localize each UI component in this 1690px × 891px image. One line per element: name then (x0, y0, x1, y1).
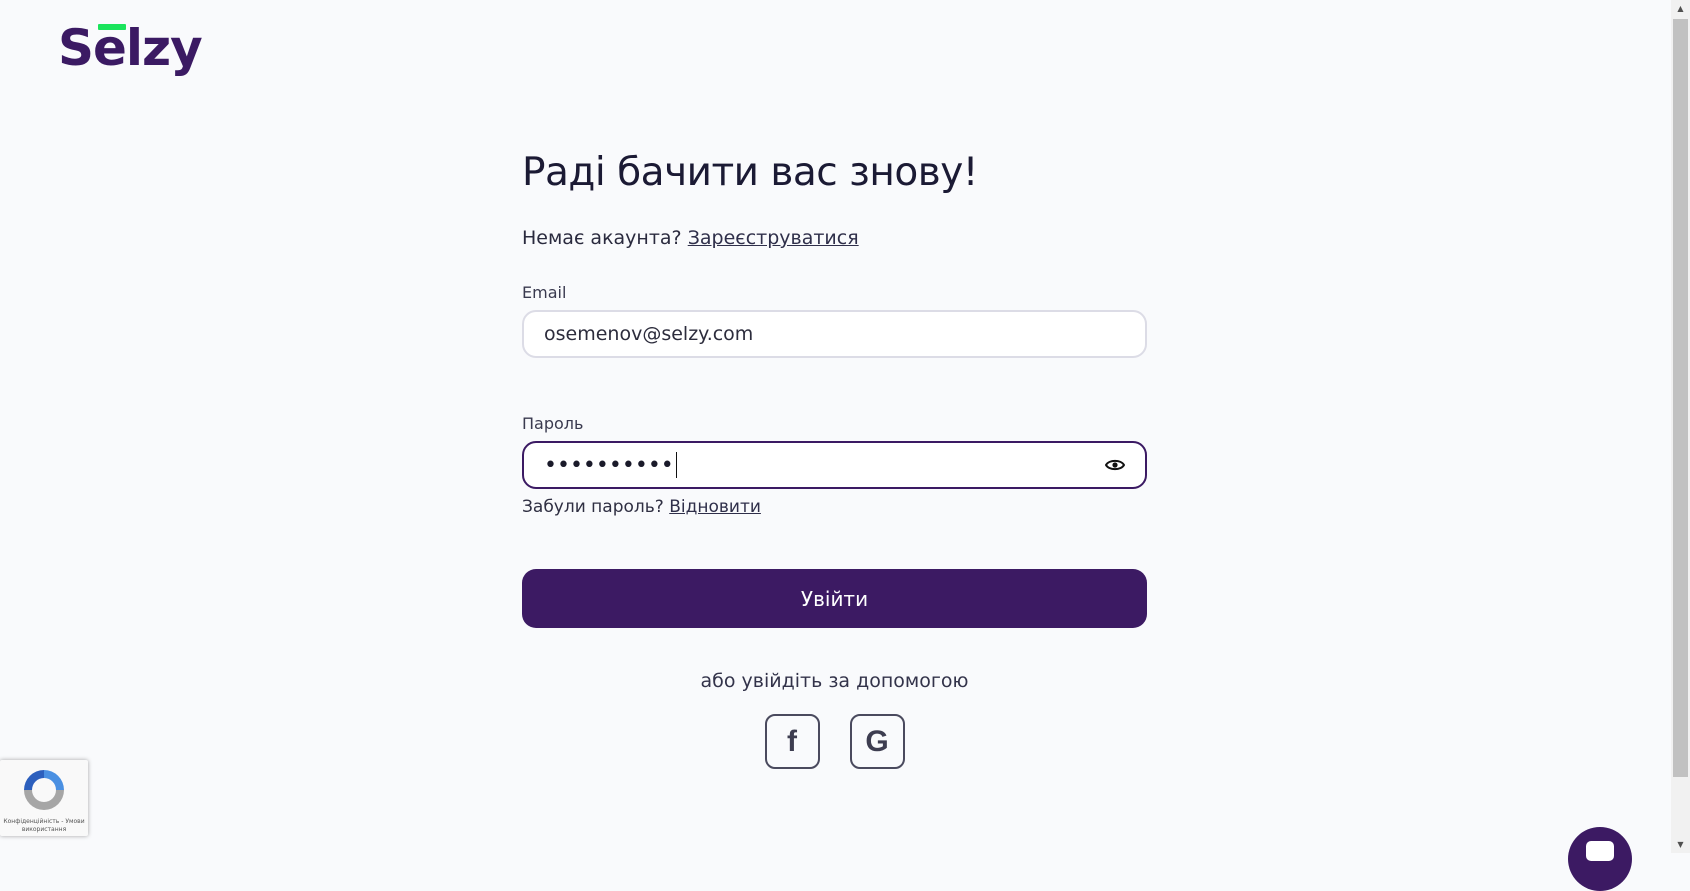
logo-text: Selzy (58, 19, 203, 77)
eye-icon[interactable] (1105, 456, 1125, 474)
login-button[interactable]: Увійти (522, 569, 1147, 628)
password-field[interactable]: •••••••••• (522, 441, 1147, 489)
google-icon: G (865, 724, 889, 758)
email-label: Email (522, 283, 567, 302)
facebook-login-button[interactable]: f (764, 714, 820, 769)
signup-link[interactable]: Зареєструватися (688, 227, 859, 249)
recaptcha-icon (24, 770, 64, 810)
facebook-icon: f (787, 724, 797, 758)
recaptcha-badge[interactable]: Конфіденційність - Умови використання (0, 760, 88, 836)
signup-prompt: Немає акаунта? (522, 227, 682, 249)
password-value: •••••••••• (544, 452, 674, 478)
selzy-logo[interactable]: Selzy (58, 18, 203, 78)
scrollbar[interactable]: ▲ ▼ (1671, 0, 1690, 853)
recaptcha-terms[interactable]: Конфіденційність - Умови використання (0, 818, 88, 834)
google-login-button[interactable]: G (849, 714, 905, 769)
forgot-row: Забули пароль? Відновити (522, 497, 1147, 517)
scroll-up-arrow-icon[interactable]: ▲ (1671, 0, 1690, 17)
scroll-down-arrow-icon[interactable]: ▼ (1671, 836, 1690, 853)
restore-password-link[interactable]: Відновити (669, 497, 761, 517)
forgot-prompt: Забули пароль? (522, 497, 664, 517)
text-caret (675, 452, 677, 478)
email-value: osemenov@selzy.com (544, 323, 754, 345)
login-form: Раді бачити вас знову! Немає акаунта? За… (522, 140, 1147, 769)
chat-icon (1586, 841, 1614, 861)
chat-widget-button[interactable] (1568, 827, 1632, 891)
social-login-row: f G (522, 714, 1147, 769)
email-field[interactable]: osemenov@selzy.com (522, 310, 1147, 358)
alt-login-text: або увійдіть за допомогою (700, 670, 969, 692)
password-label: Пароль (522, 414, 584, 433)
page-title: Раді бачити вас знову! (522, 150, 978, 195)
signup-row: Немає акаунта? Зареєструватися (522, 227, 1147, 249)
scroll-thumb[interactable] (1673, 19, 1688, 777)
